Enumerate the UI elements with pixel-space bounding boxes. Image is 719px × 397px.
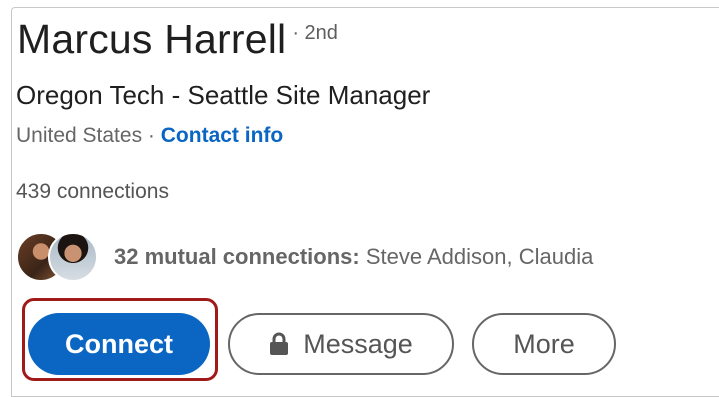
location-separator: · [142,124,161,147]
location-row: United States · Contact info [16,124,283,148]
more-button[interactable]: More [472,313,616,375]
profile-headline: Oregon Tech - Seattle Site Manager [16,80,431,110]
message-button[interactable]: Message [228,313,454,375]
mutual-connections-text: 32 mutual connections: Steve Addison, Cl… [114,244,593,270]
mutual-avatar-2 [48,232,98,282]
more-button-label: More [513,328,575,359]
connection-degree: · 2nd [292,22,338,44]
connect-button[interactable]: Connect [28,313,210,375]
profile-location: United States [16,124,143,147]
mutual-names: Steve Addison, Claudia [359,244,594,269]
contact-info-link[interactable]: Contact info [161,124,283,147]
message-button-label: Message [303,328,413,359]
connect-button-label: Connect [65,328,173,359]
connections-count[interactable]: 439 connections [16,180,169,204]
lock-icon [269,332,289,356]
mutual-connections[interactable]: 32 mutual connections: Steve Addison, Cl… [16,226,593,288]
profile-name-row: Marcus Harrell · 2nd [17,16,338,63]
profile-name[interactable]: Marcus Harrell [17,16,286,63]
mutual-count: 32 mutual connections: [114,244,360,269]
